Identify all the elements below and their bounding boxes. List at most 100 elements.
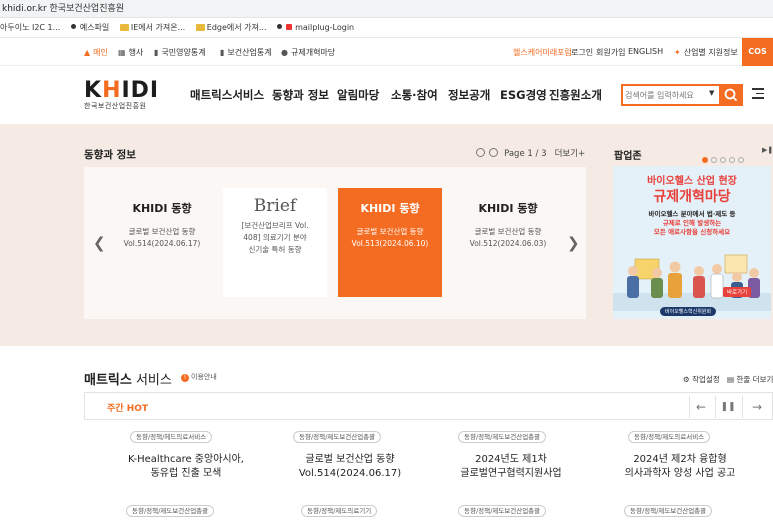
util-home[interactable]: ▲ 메인 <box>84 47 108 58</box>
people-illustration <box>613 254 771 311</box>
bookmarks-bar: 아두이노 I2C 1... 예스파일 IE에서 가져온... Edge에서 가져… <box>0 18 773 38</box>
trend-card-active[interactable]: KHIDI 동향 글로벌 보건산업 동향 Vol.513(2024.06.10) <box>338 188 442 297</box>
link-industry[interactable]: ✦ 산업별 지원정보 <box>674 47 738 58</box>
item-tag: 동향/정책/제도보건산업총괄 <box>293 431 382 443</box>
nav-about[interactable]: 진흥원소개 <box>549 87 602 103</box>
bookmark-yesfile[interactable]: 예스파일 <box>70 18 110 38</box>
folder-icon <box>119 24 129 31</box>
dot-icon <box>277 24 283 29</box>
matrix-title: 매트릭스 서비스 <box>84 373 172 388</box>
trend-card[interactable]: KHIDI 동향 글로벌 보건산업 동향 Vol.512(2024.06.03) <box>456 188 560 297</box>
nav-disclosure[interactable]: 정보공개 <box>448 87 490 103</box>
share-icon: ✦ <box>674 48 681 57</box>
util-stats[interactable]: ▮ 보건산업통계 <box>220 47 272 58</box>
more-link[interactable]: 더보기 <box>555 149 578 159</box>
card-text: 글로벌 보건산업 동향 Vol.512(2024.06.03) <box>469 227 547 248</box>
hot-item[interactable]: 2024년 제2차 융합형 의사과학자 양성 사업 공고 <box>606 453 754 481</box>
hot-header <box>84 392 773 420</box>
play-pause-icon[interactable]: ▶❚ <box>762 146 773 154</box>
menu-icon[interactable] <box>752 88 764 102</box>
banner-title: 규제개혁마당 <box>653 189 731 205</box>
tab-title: 한국보건산업진흥원 <box>49 4 125 14</box>
chevron-right-icon[interactable]: ❯ <box>567 234 580 252</box>
arrow-right-icon[interactable]: → <box>746 396 768 418</box>
banner-desc: 바이오헬스 분야에서 법·제도 등 규제로 인해 발생하는 모든 애로사항을 신청하… <box>648 210 736 236</box>
dot-icon[interactable] <box>720 157 726 163</box>
expand-link[interactable]: ▤ 한줄 더보기 <box>727 374 773 385</box>
nav-esg[interactable]: ESG경영 <box>500 87 547 103</box>
bookmark-label: Edge에서 가져... <box>206 23 267 32</box>
hot-item[interactable]: 2024년도 제1차 글로벌연구협력지원사업 <box>441 453 581 481</box>
popup-title: 팝업존 <box>614 151 642 162</box>
nav-notice[interactable]: 알림마당 <box>337 87 379 103</box>
bookmark-ie-folder[interactable]: IE에서 가져온... <box>119 18 186 38</box>
util-regulation[interactable]: ● 규제개혁마당 <box>281 47 335 58</box>
cos-button[interactable]: COS <box>742 38 773 66</box>
link-login[interactable]: 로그인 <box>571 47 593 58</box>
mailplug-icon <box>286 24 293 30</box>
search-button[interactable] <box>719 84 743 106</box>
settings-link[interactable]: ⚙ 작업설정 <box>683 374 720 385</box>
page-value: 1 / 3 <box>527 149 547 159</box>
gear-icon: ⚙ <box>683 375 690 384</box>
chevron-down-icon[interactable]: ▼ <box>709 89 714 97</box>
dot-icon[interactable] <box>711 157 717 163</box>
item-tag: 동향/정책/헤드의료서비스 <box>130 431 213 443</box>
folder-icon <box>195 24 205 31</box>
bookmark-edge-folder[interactable]: Edge에서 가져... <box>195 18 267 38</box>
pause-icon[interactable] <box>488 148 498 157</box>
link-english[interactable]: ENGLISH <box>628 47 663 56</box>
pin-icon: ● <box>281 48 288 57</box>
util-label: 메인 <box>93 48 108 57</box>
address-bar[interactable]: khidi.or.kr 한국보건산업진흥원 <box>0 0 773 18</box>
bookmark-label: mailplug-Login <box>295 23 355 32</box>
bookmark-arduino[interactable]: 아두이노 I2C 1... <box>0 18 60 38</box>
trend-card[interactable]: KHIDI 동향 글로벌 보건산업 동향 Vol.514(2024.06.17) <box>110 188 214 297</box>
util-nutrition[interactable]: ▮ 국민영양통계 <box>154 47 206 58</box>
home-icon: ▲ <box>84 48 91 57</box>
bookmark-mailplug[interactable]: mailplug-Login <box>277 18 354 38</box>
item-tag: 동향/정책/제도보건산업총괄 <box>624 505 713 517</box>
item-tag: 동향/정책/제도의료서비스 <box>628 431 711 443</box>
banner-footer: 바이오헬스혁신위원회 <box>660 307 717 316</box>
search-input[interactable] <box>625 88 713 103</box>
util-label: 행사 <box>128 48 144 57</box>
util-label: 보건산업통계 <box>227 48 272 57</box>
card-brand: Brief <box>253 196 297 216</box>
page-label: Page <box>504 149 525 159</box>
khidi-logo[interactable]: KHIDI 한국보건산업진흥원 <box>84 78 159 111</box>
link-join[interactable]: 회원가입 <box>596 47 625 58</box>
pause-icon[interactable]: ❚❚ <box>717 396 739 418</box>
list-icon: ▤ <box>727 375 735 384</box>
dot-icon <box>70 24 76 29</box>
dot-icon[interactable] <box>738 157 744 163</box>
play-icon[interactable] <box>476 148 485 157</box>
calendar-icon: ▦ <box>118 48 126 57</box>
item-tag: 동향/정책/제도보건산업총괄 <box>458 431 547 443</box>
bookmark-label: 예스파일 <box>79 23 110 32</box>
search-icon <box>724 88 738 102</box>
dot-icon[interactable] <box>702 157 708 163</box>
nav-trends[interactable]: 동향과 정보 <box>272 87 329 103</box>
banner-heading: 바이오헬스 산업 현장 <box>647 176 737 187</box>
card-text: 글로벌 보건산업 동향 Vol.514(2024.06.17) <box>123 227 201 248</box>
bookmark-label: IE에서 가져온... <box>130 23 186 32</box>
chevron-left-icon[interactable]: ❮ <box>93 234 106 252</box>
card-brand: KHIDI 동향 <box>360 202 420 215</box>
nav-matrix[interactable]: 매트릭스서비스 <box>190 87 264 103</box>
dot-icon[interactable] <box>729 157 735 163</box>
info-icon: ! <box>181 374 189 382</box>
arrow-left-icon[interactable]: ← <box>690 396 712 418</box>
util-event[interactable]: ▦ 행사 <box>118 47 143 58</box>
popup-banner[interactable]: 바이오헬스 산업 현장 규제개혁마당 바이오헬스 분야에서 법·제도 등 규제로 … <box>613 166 771 319</box>
hot-item[interactable]: K-Healthcare 중앙아시아, 동유럽 진출 모색 <box>116 453 256 481</box>
util-label: 국민영양통계 <box>161 48 206 57</box>
hot-item[interactable]: 글로벌 보건산업 동향 Vol.514(2024.06.17) <box>280 453 420 481</box>
banner-more-button[interactable]: 바로가기 <box>723 287 752 297</box>
bar-chart-icon: ▮ <box>154 48 159 57</box>
nav-communication[interactable]: 소통·참여 <box>391 87 438 103</box>
matrix-guide[interactable]: ! 이용안내 <box>181 372 217 382</box>
card-text: [보건산업브리프 Vol. 408] 의료기기 분야 신기술 특허 동향 <box>241 221 309 254</box>
link-forum[interactable]: 헬스케어미래포럼 <box>513 47 572 58</box>
trend-card[interactable]: Brief [보건산업브리프 Vol. 408] 의료기기 분야 신기술 특허 동향 <box>223 188 327 297</box>
